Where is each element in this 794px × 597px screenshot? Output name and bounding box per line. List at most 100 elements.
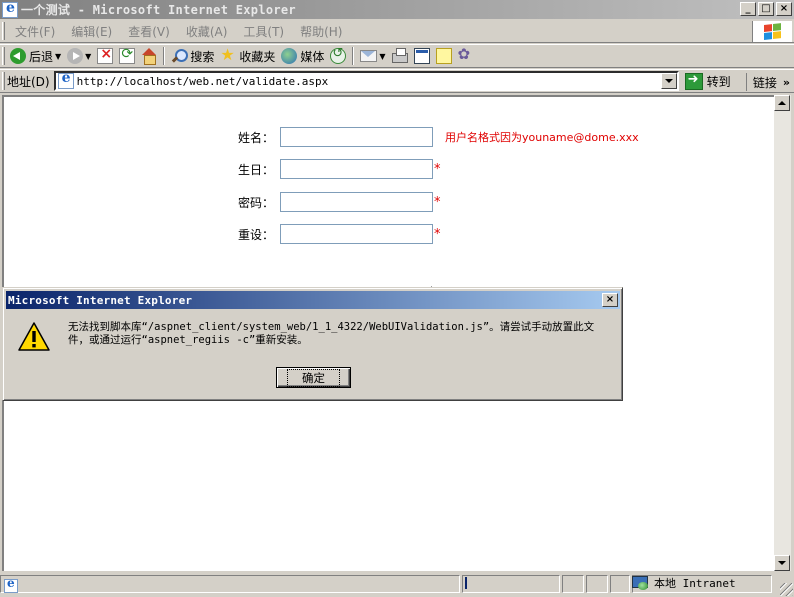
toolbar-separator [163, 47, 166, 65]
history-icon [330, 46, 347, 64]
toolbar-separator [352, 47, 355, 65]
address-grip[interactable] [2, 72, 5, 90]
go-label: 转到 [706, 74, 731, 89]
page-status-icon [4, 576, 18, 593]
security-zone[interactable]: 本地 Intranet [632, 575, 736, 591]
standard-toolbar: 后退 ▼ ▼ 搜索 收藏夹 媒体 ▼ [0, 44, 794, 68]
links-label: 链接 [752, 75, 777, 90]
stop-icon [97, 46, 114, 64]
scroll-down-button[interactable] [774, 555, 790, 571]
search-icon [171, 48, 189, 64]
address-label: 地址(D) [7, 74, 50, 89]
name-input[interactable] [280, 127, 433, 147]
name-label: 姓名： [237, 130, 274, 145]
print-button[interactable] [389, 45, 411, 67]
dialog-title: Microsoft Internet Explorer [8, 293, 193, 307]
resize-grip[interactable] [780, 583, 793, 596]
edit-button[interactable] [411, 45, 433, 67]
printer-icon [391, 48, 408, 63]
favorites-label: 收藏夹 [239, 49, 276, 64]
dialog-close-button[interactable]: × [602, 293, 618, 307]
reset-input[interactable] [280, 224, 433, 244]
menu-view[interactable]: 查看(V) [120, 23, 178, 40]
menu-bar: 文件(F) 编辑(E) 查看(V) 收藏(A) 工具(T) 帮助(H) [0, 20, 794, 43]
menu-help[interactable]: 帮助(H) [292, 23, 350, 40]
media-label: 媒体 [300, 49, 325, 64]
media-button[interactable]: 媒体 [278, 45, 327, 67]
title-bar[interactable]: 一个测试 - Microsoft Internet Explorer _ □ × [0, 0, 794, 19]
zone-label: 本地 Intranet [654, 577, 736, 590]
password-input[interactable] [280, 192, 433, 212]
back-dropdown-icon[interactable]: ▼ [55, 52, 61, 61]
menu-edit[interactable]: 编辑(E) [63, 23, 120, 40]
menu-favorites[interactable]: 收藏(A) [178, 23, 236, 40]
status-panel-4 [586, 575, 608, 593]
search-button[interactable]: 搜索 [168, 45, 217, 67]
error-dialog: Microsoft Internet Explorer × 无法找到脚本库“/a… [2, 287, 623, 401]
toolbar-grip[interactable] [2, 47, 5, 65]
progress-indicator [465, 577, 467, 589]
favorites-button[interactable]: 收藏夹 [217, 45, 278, 67]
maximize-button[interactable]: □ [758, 2, 774, 16]
forward-button[interactable]: ▼ [64, 45, 94, 67]
password-label: 密码： [237, 195, 274, 210]
go-button[interactable]: 转到 [684, 72, 731, 90]
back-arrow-icon [10, 48, 26, 64]
refresh-button[interactable] [116, 45, 138, 67]
mail-dropdown-icon[interactable]: ▼ [379, 52, 385, 61]
window-controls: _ □ × [740, 2, 792, 16]
birthday-label: 生日： [237, 162, 274, 177]
messenger-button[interactable] [455, 45, 477, 67]
page-icon [57, 70, 74, 89]
menu-grip[interactable] [2, 22, 5, 40]
password-row: 密码： * [234, 192, 441, 212]
home-icon [141, 48, 157, 65]
address-field[interactable] [53, 70, 679, 91]
links-toolbar[interactable]: 链接 » [745, 73, 790, 91]
close-button[interactable]: × [776, 2, 792, 16]
status-panel-3 [562, 575, 584, 593]
discuss-button[interactable] [433, 45, 455, 67]
home-button[interactable] [138, 45, 160, 67]
menu-file[interactable]: 文件(F) [7, 23, 63, 40]
scroll-up-button[interactable] [774, 95, 790, 111]
windows-logo [752, 21, 792, 42]
menu-tools[interactable]: 工具(T) [235, 23, 292, 40]
address-input[interactable] [76, 74, 661, 88]
status-panel-5 [610, 575, 630, 593]
forward-dropdown-icon[interactable]: ▼ [85, 52, 91, 61]
stop-button[interactable] [94, 45, 116, 67]
intranet-zone-icon [632, 576, 650, 590]
dialog-message-line-2: 件，或通过运行“aspnet_regiis -c”重新安装。 [68, 334, 308, 346]
birthday-input[interactable] [280, 159, 433, 179]
dialog-message-line-1: 无法找到脚本库“/aspnet_client/system_web/1_1_43… [68, 321, 595, 333]
vertical-scrollbar[interactable] [774, 95, 791, 571]
ie-icon[interactable] [2, 0, 18, 18]
back-label: 后退 [29, 49, 54, 64]
history-button[interactable] [327, 45, 349, 67]
ok-button[interactable]: 确定 [276, 367, 351, 388]
reset-required-mark: * [434, 226, 441, 242]
name-format-hint: 用户名格式因为youname@dome.xxx [445, 131, 639, 144]
edit-page-icon [413, 48, 430, 64]
messenger-icon [458, 45, 474, 64]
warning-icon [18, 322, 50, 351]
search-label: 搜索 [190, 49, 215, 64]
window-title: 一个测试 - Microsoft Internet Explorer [21, 3, 296, 17]
media-icon [281, 48, 298, 64]
birthday-required-mark: * [434, 161, 441, 177]
go-arrow-icon [684, 72, 703, 90]
links-chevron-icon[interactable]: » [783, 76, 790, 89]
minimize-button[interactable]: _ [740, 2, 756, 16]
reset-row: 重设： * [234, 224, 441, 244]
birthday-row: 生日： * [234, 159, 441, 179]
star-icon [220, 45, 236, 64]
windows-flag-icon [763, 22, 782, 41]
back-button[interactable]: 后退 ▼ [7, 45, 64, 67]
dialog-title-bar[interactable]: Microsoft Internet Explorer × [6, 291, 620, 309]
forward-arrow-icon [67, 48, 84, 64]
address-dropdown-icon[interactable] [660, 73, 677, 89]
status-text-panel [0, 575, 460, 593]
mail-button[interactable]: ▼ [357, 45, 388, 67]
progress-panel [462, 575, 560, 593]
